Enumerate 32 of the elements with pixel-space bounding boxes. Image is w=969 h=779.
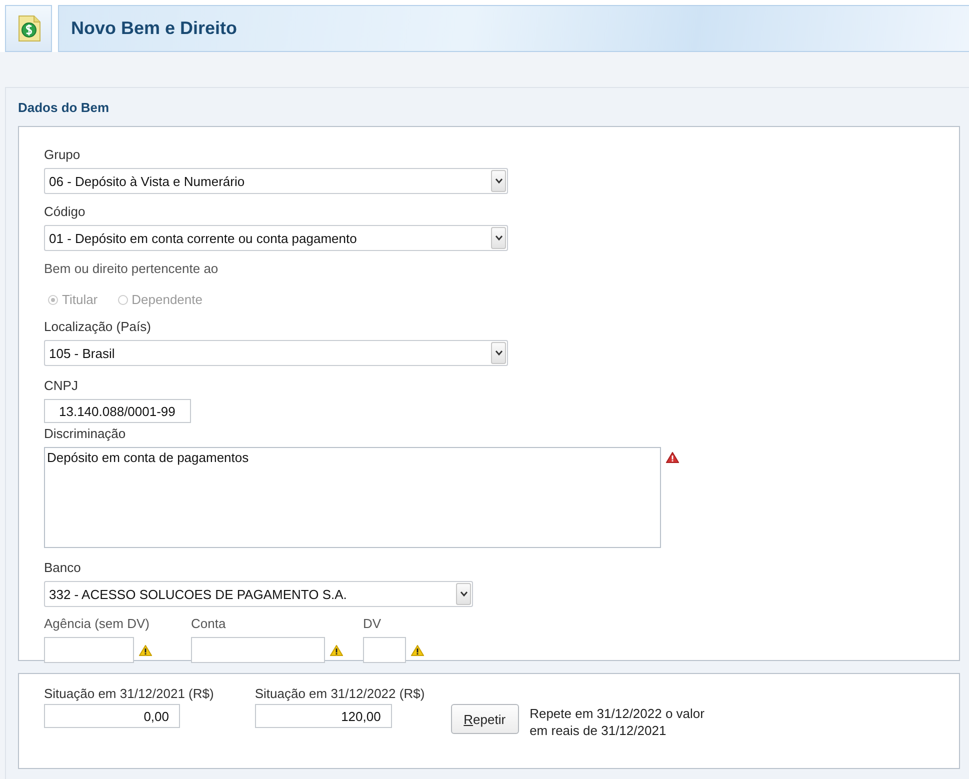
- caret-icon: [491, 170, 506, 192]
- caret-icon: [491, 342, 506, 364]
- field-label: Localização (País): [44, 319, 152, 334]
- country-select[interactable]: 105 - Brasil: [44, 340, 508, 366]
- amount-field[interactable]: 120,00: [254, 704, 392, 728]
- text-field[interactable]: [363, 637, 406, 663]
- field-label: DV: [363, 616, 382, 631]
- repeat-note: Repete em 31/12/2022 o valor em reais de 31/12/2021: [530, 705, 706, 739]
- field-label: Situação em 31/12/2021 (R$): [44, 686, 214, 701]
- field-label: Código: [44, 204, 86, 219]
- field-label: Agência (sem DV): [44, 616, 150, 631]
- cnpj-field[interactable]: 13.140.088/0001-99: [44, 399, 191, 423]
- description-field[interactable]: Depósito em conta de pagamentos: [44, 447, 661, 548]
- repeat-button[interactable]: Repetir: [450, 704, 519, 734]
- window-title: Novo Bem e Direito: [71, 18, 238, 39]
- group-select[interactable]: 06 - Depósito à Vista e Numerário: [44, 168, 508, 194]
- code-select[interactable]: 01 - Depósito em conta corrente ou conta pagamento: [44, 225, 508, 251]
- amount-field[interactable]: 0,00: [44, 704, 180, 728]
- field-label: Discriminação: [44, 426, 127, 441]
- section-title: Dados do Bem: [18, 100, 110, 115]
- text-field[interactable]: [191, 637, 325, 663]
- caret-icon: [456, 583, 471, 605]
- field-label: CNPJ: [44, 378, 79, 393]
- money-document-icon: [16, 14, 42, 44]
- field-label: Situação em 31/12/2022 (R$): [254, 686, 425, 701]
- caret-icon: [491, 227, 506, 249]
- field-label: Bem ou direito pertencente ao: [44, 261, 220, 276]
- bank-select[interactable]: 332 - ACESSO SOLUCOES DE PAGAMENTO S.A.: [44, 581, 473, 607]
- field-label: Conta: [191, 616, 227, 631]
- text-field[interactable]: [44, 637, 134, 663]
- field-label: Banco: [44, 560, 82, 575]
- field-label: Grupo: [44, 147, 82, 162]
